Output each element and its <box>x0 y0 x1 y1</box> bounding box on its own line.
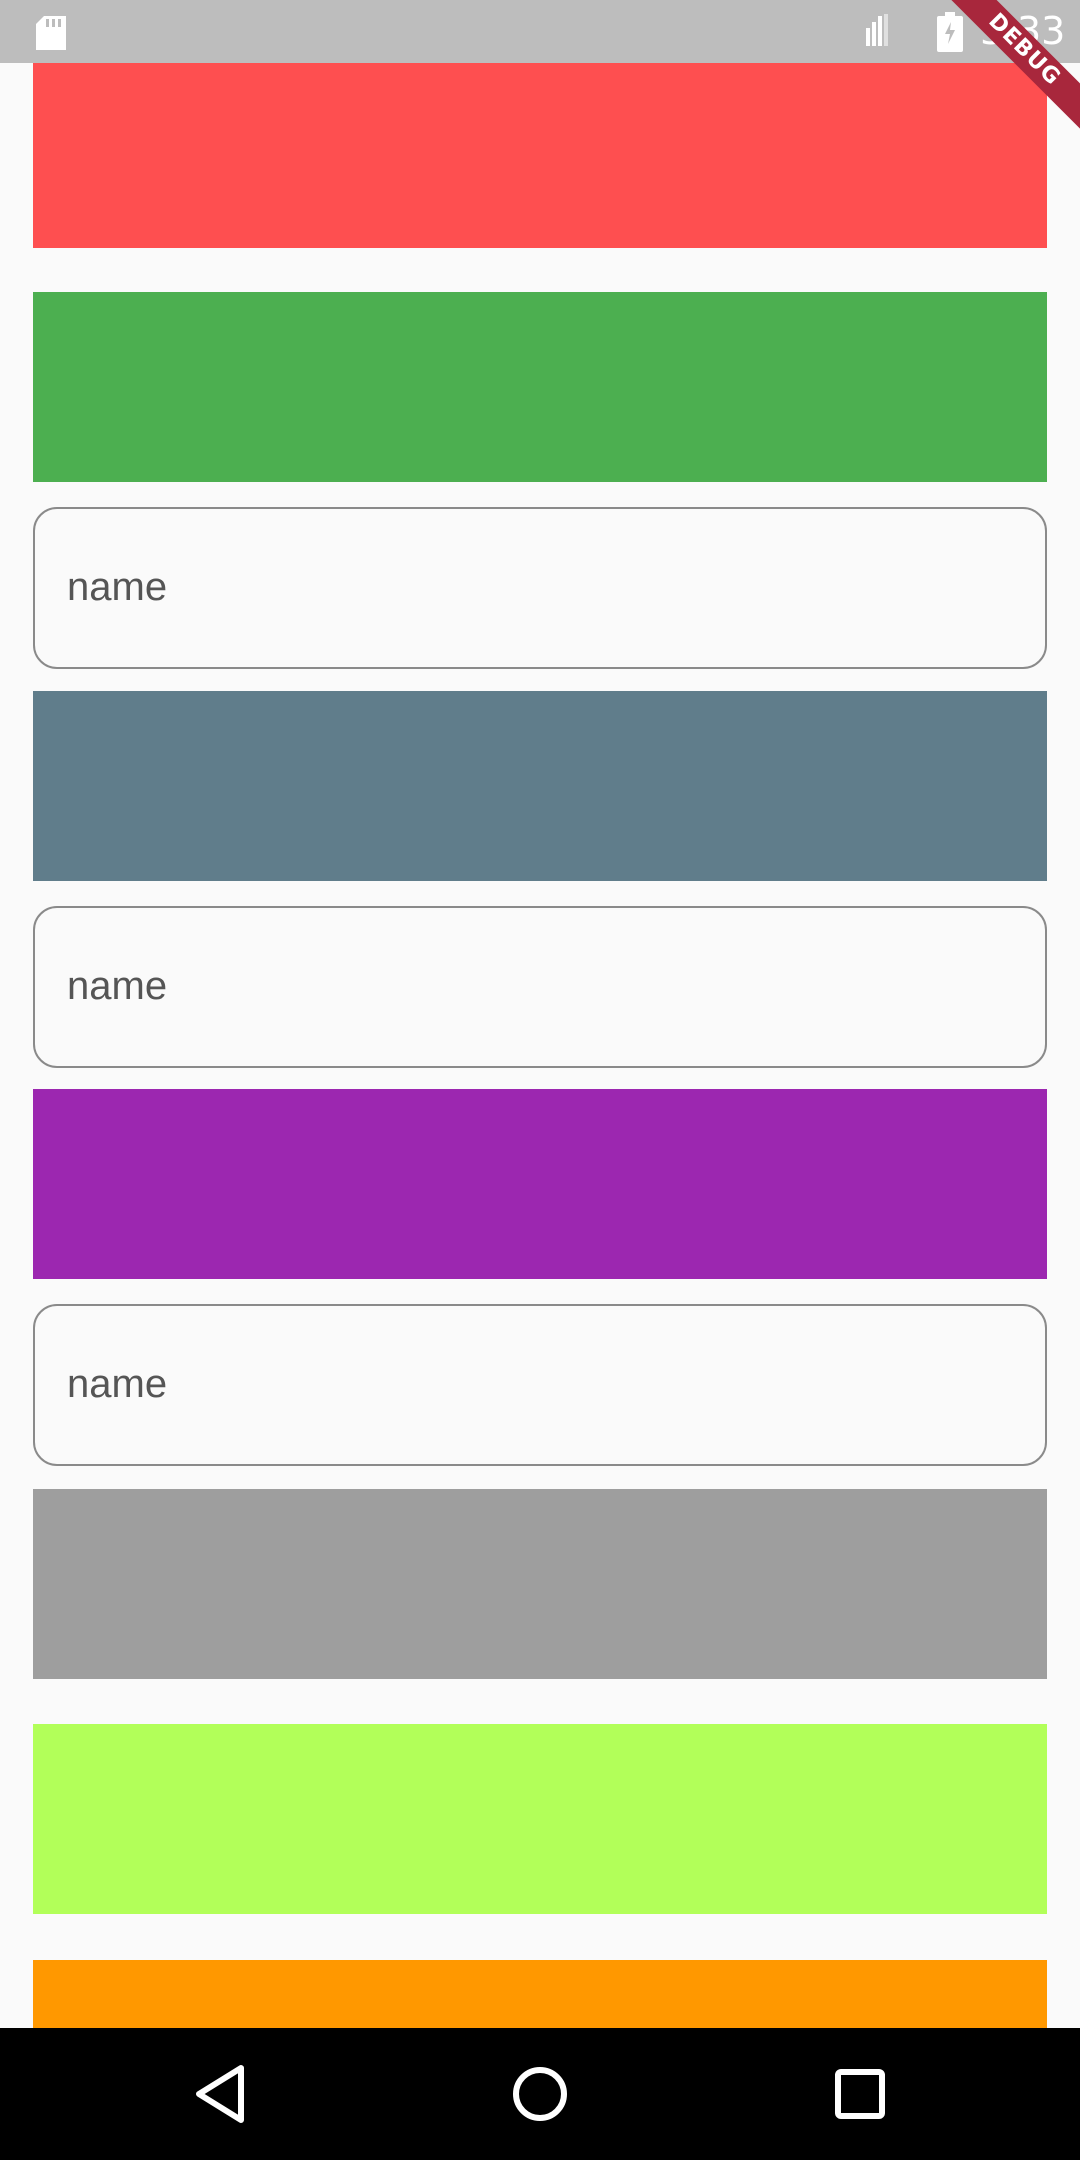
app-screen: name name name 3: <box>0 0 1080 2160</box>
name-field[interactable]: name <box>33 507 1047 669</box>
color-block-lime <box>33 1724 1047 1914</box>
name-field-label: name <box>67 964 168 1008</box>
name-field-label: name <box>67 1362 168 1406</box>
battery-charging-icon <box>937 12 963 52</box>
home-circle-icon[interactable] <box>500 2054 580 2134</box>
navigation-bar <box>0 2028 1080 2160</box>
color-block-blue-grey <box>33 691 1047 881</box>
status-bar: 3:33 <box>0 0 1080 63</box>
color-block-grey <box>33 1489 1047 1679</box>
color-block-purple <box>33 1089 1047 1279</box>
name-field[interactable]: name <box>33 1304 1047 1466</box>
back-triangle-icon[interactable] <box>181 2054 261 2134</box>
color-block-red <box>33 58 1047 248</box>
signal-icon <box>866 14 888 46</box>
recents-square-icon[interactable] <box>820 2054 900 2134</box>
name-field[interactable]: name <box>33 906 1047 1068</box>
sd-card-icon <box>36 16 66 50</box>
color-block-green <box>33 292 1047 482</box>
name-field-label: name <box>67 565 168 609</box>
